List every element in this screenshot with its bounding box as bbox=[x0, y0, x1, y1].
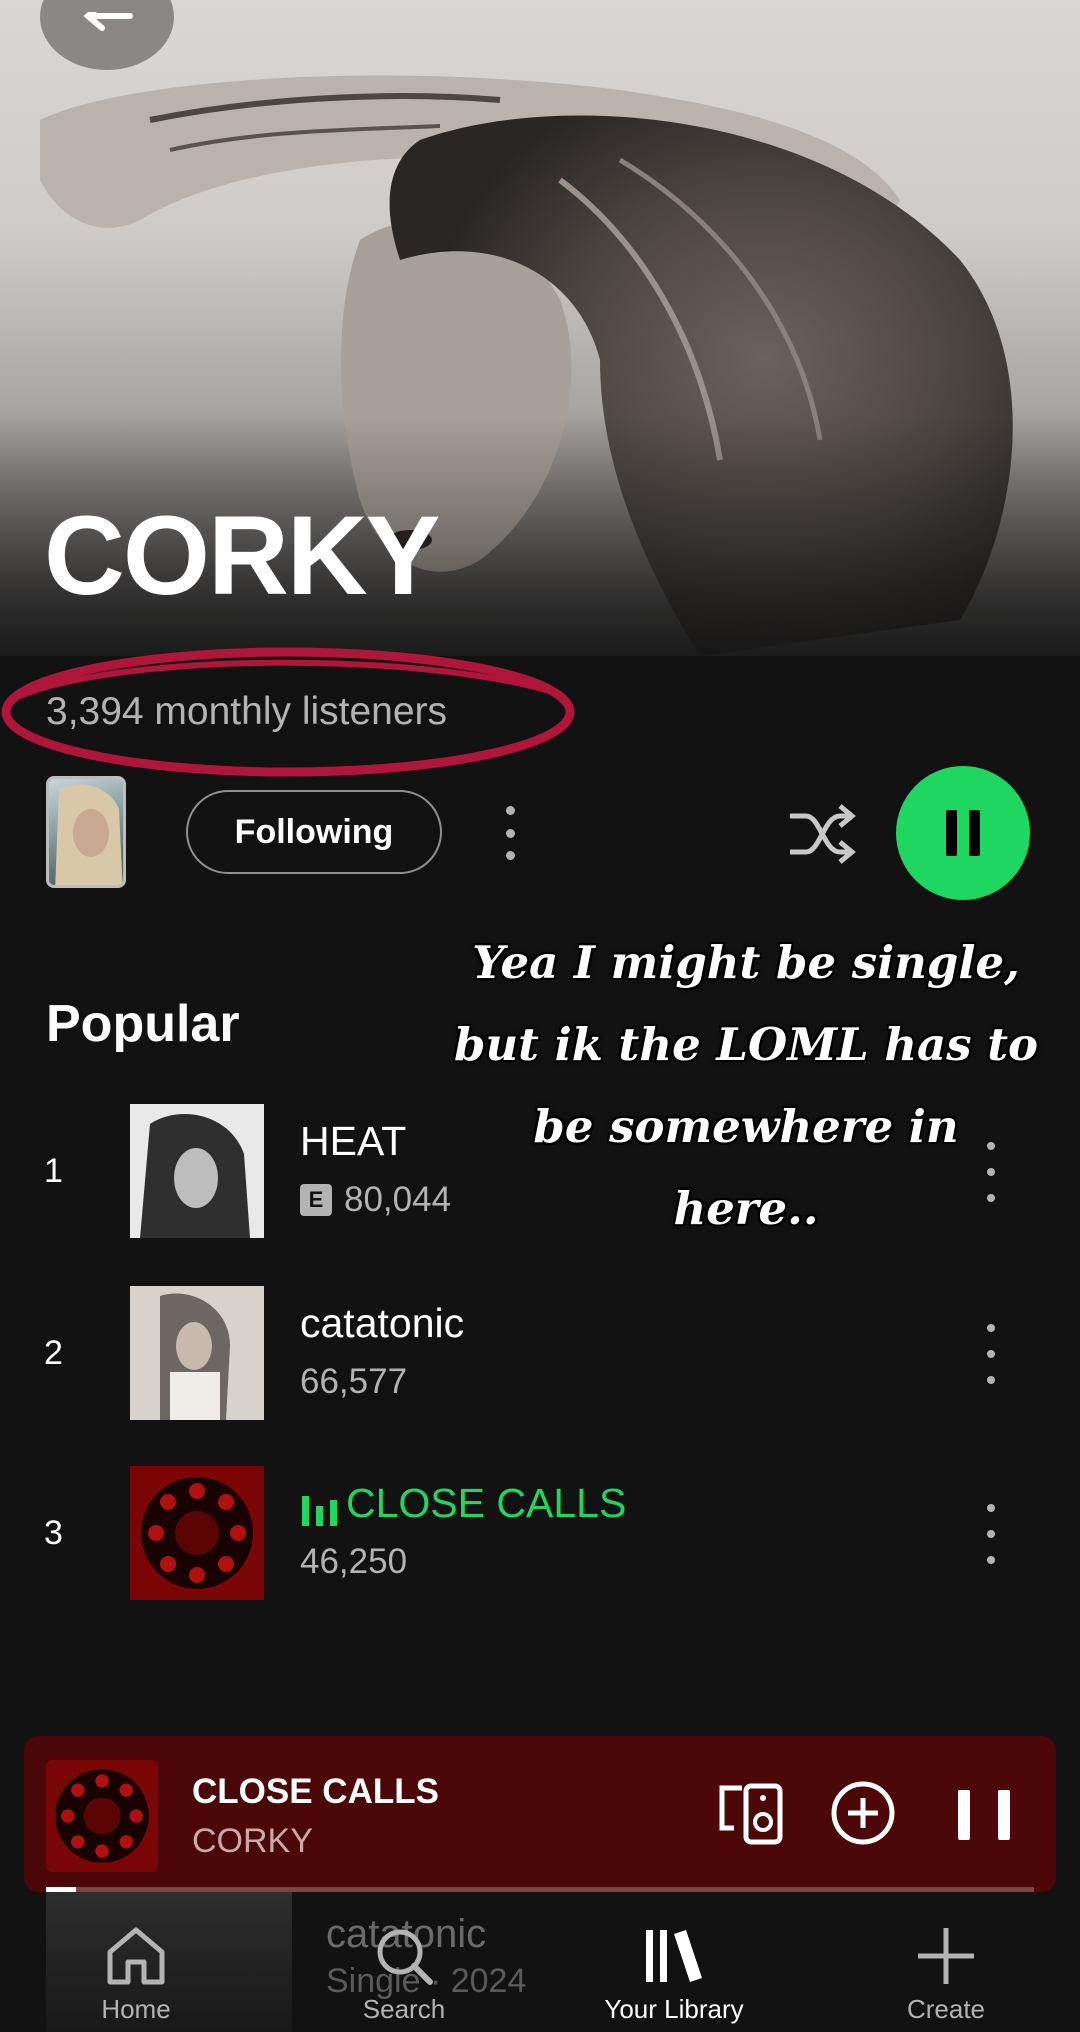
track-play-count: 46,250 bbox=[300, 1542, 407, 1582]
artist-name: CORKY bbox=[44, 493, 440, 618]
track-number: 3 bbox=[44, 1514, 63, 1552]
track-play-count: E 80,044 bbox=[300, 1180, 451, 1220]
nav-create[interactable]: Create bbox=[846, 1926, 1046, 2025]
now-playing-equalizer-icon bbox=[302, 1496, 337, 1526]
track-artwork bbox=[130, 1286, 264, 1420]
mini-player[interactable]: CLOSE CALLS CORKY bbox=[24, 1736, 1056, 1892]
track-row[interactable]: 1 HEAT E 80,044 bbox=[0, 1104, 1080, 1240]
nav-label: Create bbox=[906, 1994, 986, 2024]
monthly-listeners: 3,394 monthly listeners bbox=[46, 690, 448, 733]
add-to-library-icon[interactable] bbox=[830, 1780, 896, 1846]
track-more-icon[interactable] bbox=[984, 1504, 998, 1564]
play-count: 46,250 bbox=[300, 1542, 408, 1581]
track-artwork bbox=[130, 1104, 264, 1238]
shuffle-icon[interactable] bbox=[786, 800, 858, 868]
track-title: catatonic bbox=[300, 1300, 465, 1346]
following-button[interactable]: Following bbox=[186, 790, 442, 874]
track-title: CLOSE CALLS bbox=[346, 1480, 627, 1526]
artist-hero: CORKY bbox=[0, 0, 1080, 656]
nav-search[interactable]: Search bbox=[304, 1926, 504, 2025]
connect-device-icon[interactable] bbox=[716, 1782, 786, 1846]
caption-line: but ik the LOML has to bbox=[453, 1018, 1038, 1071]
home-icon bbox=[107, 1927, 165, 1985]
nav-label: Home bbox=[101, 1994, 171, 2024]
nav-label: Search bbox=[362, 1994, 446, 2024]
pause-icon bbox=[946, 810, 957, 856]
nav-label: Your Library bbox=[604, 1994, 744, 2024]
track-number: 1 bbox=[44, 1152, 63, 1190]
explicit-badge: E bbox=[300, 1184, 332, 1216]
artist-avatar-thumbnail[interactable] bbox=[46, 776, 126, 888]
search-icon bbox=[377, 1929, 433, 1985]
track-title: HEAT bbox=[300, 1118, 407, 1164]
track-more-icon[interactable] bbox=[984, 1324, 998, 1384]
bottom-navigation: catatonic Single · 2024 Home Search Your… bbox=[0, 1892, 1080, 2032]
plus-icon bbox=[918, 1928, 974, 1984]
section-title-popular: Popular bbox=[46, 995, 240, 1053]
pause-button[interactable] bbox=[896, 766, 1030, 900]
more-options-icon[interactable] bbox=[496, 800, 524, 866]
nav-your-library[interactable]: Your Library bbox=[574, 1926, 774, 2025]
nav-home[interactable]: Home bbox=[36, 1926, 236, 2025]
caption-line: Yea I might be single, bbox=[472, 936, 1020, 989]
mini-player-title: CLOSE CALLS bbox=[192, 1772, 439, 1811]
track-more-icon[interactable] bbox=[984, 1142, 998, 1202]
track-row-playing[interactable]: 3 CLOSE CALLS 46,250 bbox=[0, 1466, 1080, 1602]
mini-player-pause-icon[interactable] bbox=[958, 1790, 1010, 1840]
mini-player-artwork bbox=[46, 1760, 158, 1872]
play-count: 80,044 bbox=[344, 1180, 452, 1219]
listeners-highlight: 3,394 monthly listeners bbox=[0, 636, 580, 786]
play-count: 66,577 bbox=[300, 1362, 408, 1401]
track-row[interactable]: 2 catatonic 66,577 bbox=[0, 1286, 1080, 1422]
mini-player-artist: CORKY bbox=[192, 1822, 313, 1860]
back-arrow-icon bbox=[83, 12, 133, 31]
library-icon bbox=[646, 1930, 702, 1982]
track-number: 2 bbox=[44, 1334, 63, 1372]
track-play-count: 66,577 bbox=[300, 1362, 407, 1402]
track-artwork bbox=[130, 1466, 264, 1600]
